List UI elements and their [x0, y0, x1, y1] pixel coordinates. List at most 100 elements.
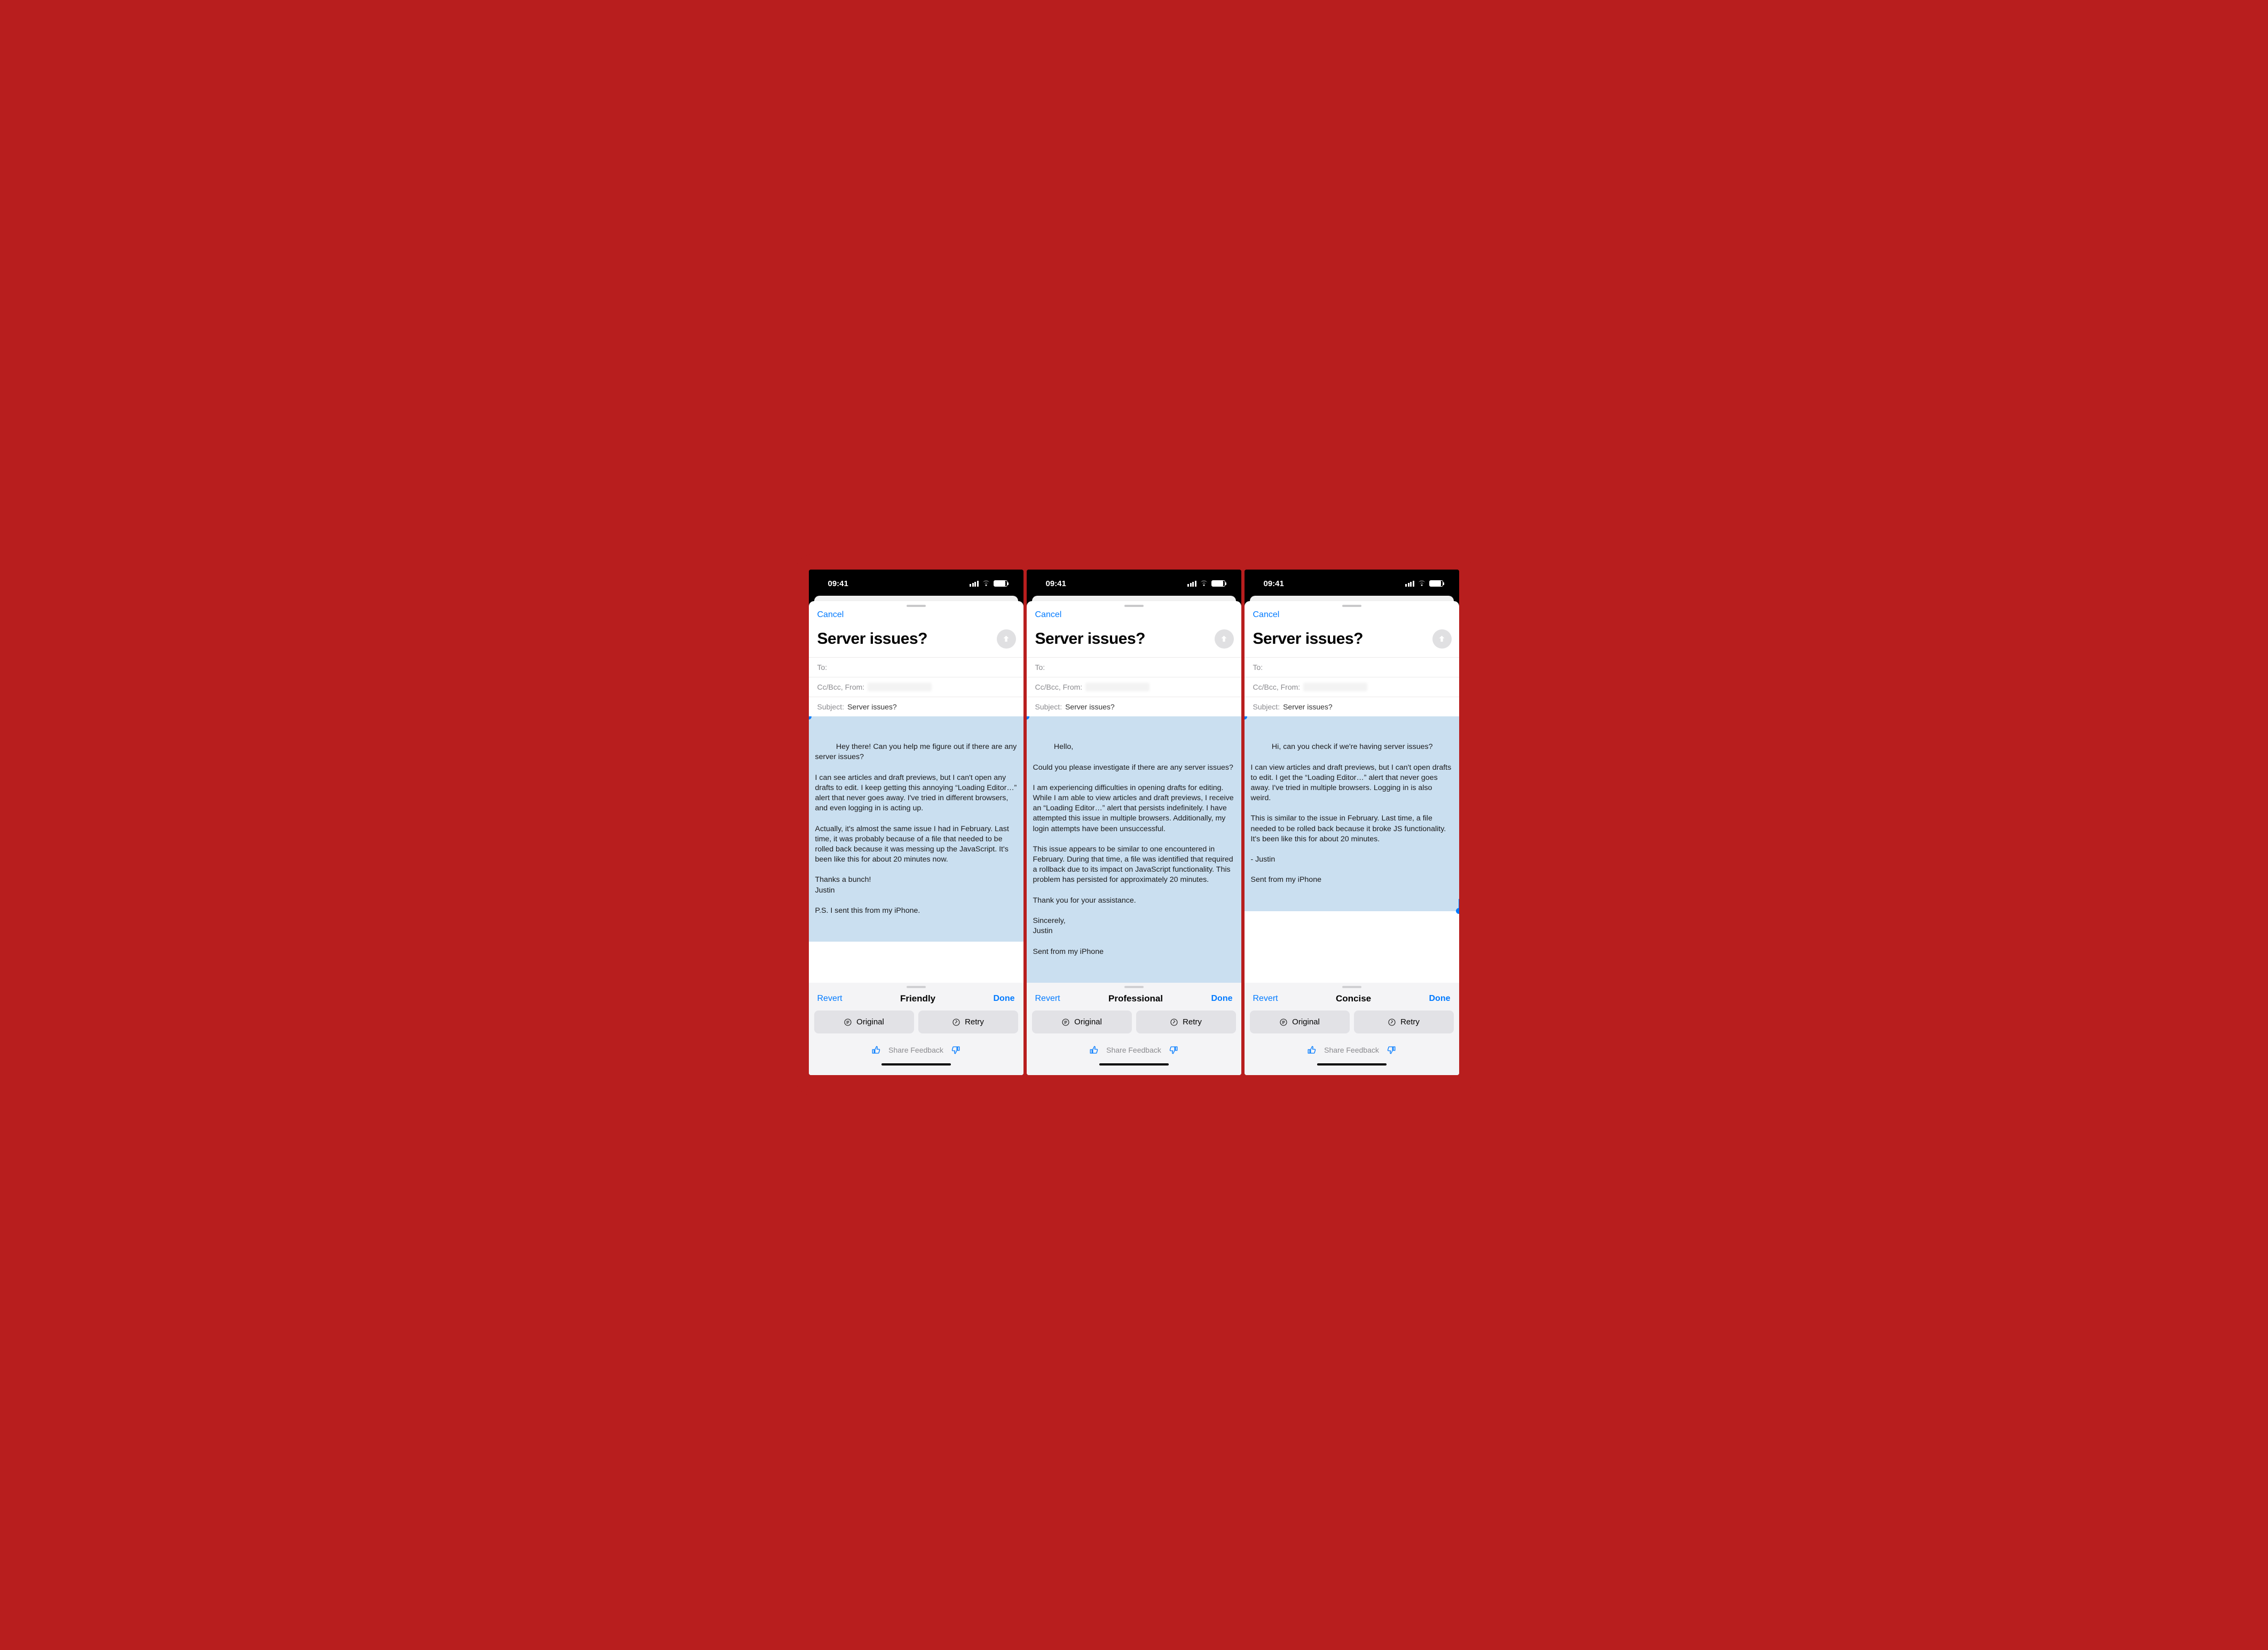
- wifi-icon: [1418, 579, 1426, 588]
- retry-icon: [1170, 1018, 1178, 1027]
- original-label: Original: [856, 1017, 884, 1027]
- compose-title: Server issues?: [817, 630, 997, 648]
- revert-icon: [844, 1018, 852, 1027]
- done-button[interactable]: Done: [1211, 994, 1232, 1004]
- revert-icon: [1061, 1018, 1070, 1027]
- status-bar: 09:41: [809, 570, 1023, 596]
- subject-field[interactable]: Subject: Server issues?: [809, 697, 1023, 716]
- sheet-background-peek: [1245, 596, 1459, 601]
- cellular-icon: [1187, 581, 1196, 587]
- subject-value: Server issues?: [1065, 702, 1115, 711]
- retry-icon: [1388, 1018, 1396, 1027]
- message-body[interactable]: Hey there! Can you help me figure out if…: [809, 716, 1023, 983]
- selection-end-handle[interactable]: [1456, 908, 1459, 914]
- to-field[interactable]: To:: [809, 657, 1023, 677]
- sheet-grabber[interactable]: [1342, 605, 1361, 607]
- revert-icon: [1279, 1018, 1288, 1027]
- cc-bcc-from-field[interactable]: Cc/Bcc, From:: [1027, 677, 1241, 697]
- from-value-redacted: [868, 683, 932, 691]
- sheet-grabber[interactable]: [1124, 605, 1144, 607]
- status-time: 09:41: [828, 579, 848, 588]
- phone-screenshot: 09:41 Cancel Server issues?: [1027, 570, 1241, 1075]
- retry-label: Retry: [1183, 1017, 1202, 1027]
- cancel-button[interactable]: Cancel: [1253, 610, 1280, 619]
- done-button[interactable]: Done: [994, 994, 1015, 1004]
- retry-button[interactable]: Retry: [918, 1010, 1018, 1033]
- cc-bcc-from-field[interactable]: Cc/Bcc, From:: [1245, 677, 1459, 697]
- retry-button[interactable]: Retry: [1354, 1010, 1454, 1033]
- writing-tools-sheet: Revert Concise Done Original Retry: [1245, 983, 1459, 1075]
- selection-start-handle[interactable]: [809, 716, 812, 720]
- cc-bcc-from-field[interactable]: Cc/Bcc, From:: [809, 677, 1023, 697]
- revert-button[interactable]: Revert: [1253, 994, 1278, 1004]
- thumbs-down-icon[interactable]: [1387, 1045, 1396, 1055]
- message-body[interactable]: Hello, Could you please investigate if t…: [1027, 716, 1241, 983]
- original-button[interactable]: Original: [1032, 1010, 1132, 1033]
- selected-text[interactable]: Hi, can you check if we're having server…: [1245, 716, 1459, 911]
- revert-button[interactable]: Revert: [817, 994, 842, 1004]
- home-indicator[interactable]: [881, 1063, 951, 1065]
- to-label: To:: [1035, 663, 1045, 672]
- sheet-background-peek: [1027, 596, 1241, 601]
- status-time: 09:41: [1264, 579, 1284, 588]
- battery-icon: [1211, 580, 1225, 587]
- feedback-label[interactable]: Share Feedback: [888, 1046, 943, 1054]
- done-button[interactable]: Done: [1429, 994, 1450, 1004]
- style-title: Concise: [1336, 993, 1371, 1004]
- writing-tools-sheet: Revert Friendly Done Original Retry: [809, 983, 1023, 1075]
- status-icons: [970, 579, 1007, 588]
- status-bar: 09:41: [1245, 570, 1459, 596]
- feedback-label[interactable]: Share Feedback: [1106, 1046, 1161, 1054]
- send-button[interactable]: [1215, 629, 1234, 649]
- compose-sheet: Cancel Server issues? To: Cc/Bcc, From: …: [809, 601, 1023, 1075]
- original-button[interactable]: Original: [1250, 1010, 1350, 1033]
- writing-tools-grabber[interactable]: [1124, 986, 1144, 988]
- subject-field[interactable]: Subject: Server issues?: [1027, 697, 1241, 716]
- original-button[interactable]: Original: [814, 1010, 914, 1033]
- thumbs-up-icon[interactable]: [871, 1045, 881, 1055]
- writing-tools-grabber[interactable]: [1342, 986, 1361, 988]
- cc-bcc-from-label: Cc/Bcc, From:: [1035, 683, 1083, 691]
- comparison-frame: 09:41 Cancel Server issues?: [794, 554, 1475, 1096]
- battery-icon: [1429, 580, 1443, 587]
- arrow-up-icon: [1219, 634, 1228, 643]
- subject-label: Subject:: [1253, 702, 1280, 711]
- battery-icon: [994, 580, 1007, 587]
- subject-label: Subject:: [817, 702, 845, 711]
- cellular-icon: [970, 581, 979, 587]
- thumbs-up-icon[interactable]: [1307, 1045, 1317, 1055]
- home-indicator[interactable]: [1099, 1063, 1169, 1065]
- wifi-icon: [1200, 579, 1208, 588]
- compose-sheet: Cancel Server issues? To: Cc/Bcc, From: …: [1245, 601, 1459, 1075]
- sheet-background-peek: [809, 596, 1023, 601]
- thumbs-down-icon[interactable]: [1169, 1045, 1178, 1055]
- subject-field[interactable]: Subject: Server issues?: [1245, 697, 1459, 716]
- to-field[interactable]: To:: [1245, 657, 1459, 677]
- cancel-button[interactable]: Cancel: [817, 610, 844, 619]
- status-bar: 09:41: [1027, 570, 1241, 596]
- cancel-button[interactable]: Cancel: [1035, 610, 1062, 619]
- status-icons: [1405, 579, 1443, 588]
- body-text: Hi, can you check if we're having server…: [1251, 743, 1454, 884]
- selection-start-handle[interactable]: [1027, 716, 1030, 720]
- revert-button[interactable]: Revert: [1035, 994, 1060, 1004]
- cc-bcc-from-label: Cc/Bcc, From:: [1253, 683, 1301, 691]
- to-label: To:: [1253, 663, 1263, 672]
- writing-tools-grabber[interactable]: [907, 986, 926, 988]
- selected-text[interactable]: Hey there! Can you help me figure out if…: [809, 716, 1023, 942]
- feedback-label[interactable]: Share Feedback: [1324, 1046, 1379, 1054]
- home-indicator[interactable]: [1317, 1063, 1387, 1065]
- thumbs-down-icon[interactable]: [951, 1045, 960, 1055]
- selection-start-handle[interactable]: [1245, 716, 1248, 720]
- message-body[interactable]: Hi, can you check if we're having server…: [1245, 716, 1459, 983]
- body-text: Hello, Could you please investigate if t…: [1033, 743, 1236, 956]
- subject-value: Server issues?: [1283, 702, 1333, 711]
- send-button[interactable]: [1432, 629, 1452, 649]
- sheet-grabber[interactable]: [907, 605, 926, 607]
- to-field[interactable]: To:: [1027, 657, 1241, 677]
- retry-button[interactable]: Retry: [1136, 1010, 1236, 1033]
- thumbs-up-icon[interactable]: [1089, 1045, 1099, 1055]
- send-button[interactable]: [997, 629, 1016, 649]
- from-value-redacted: [1303, 683, 1367, 691]
- selected-text[interactable]: Hello, Could you please investigate if t…: [1027, 716, 1241, 983]
